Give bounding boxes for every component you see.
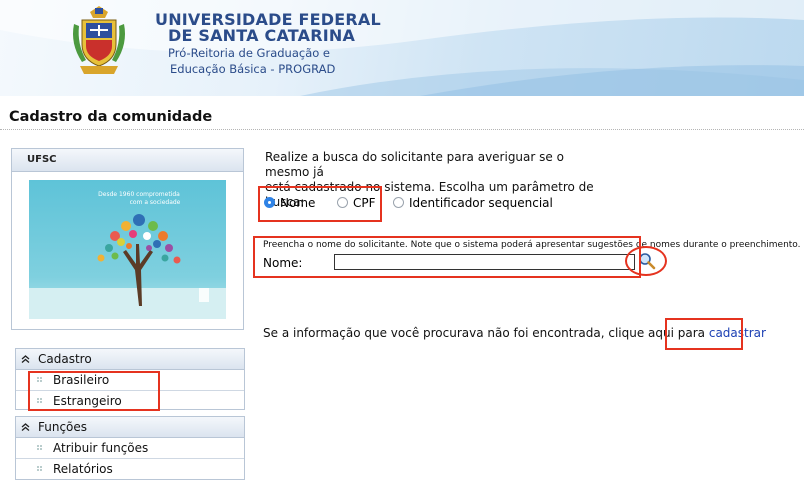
menu-item-atribuir-funcoes[interactable]: Atribuir funções <box>16 438 244 459</box>
menu-item-label: Relatórios <box>53 462 113 476</box>
cadastro-menu-title: Cadastro <box>38 352 92 366</box>
banner-text-line1: Desde 1960 comprometida <box>98 191 180 198</box>
highlight-search-button <box>625 246 667 276</box>
cadastro-menu-header[interactable]: Cadastro <box>16 349 244 370</box>
bullet-dots-icon <box>37 466 42 471</box>
highlight-cadastro-items <box>28 371 160 411</box>
ufsc-banner-image: Desde 1960 comprometida com a sociedade <box>29 180 226 319</box>
ufsc-panel-title: UFSC <box>12 149 243 172</box>
title-divider <box>0 129 804 130</box>
menu-item-relatorios[interactable]: Relatórios <box>16 459 244 479</box>
double-chevron-up-icon <box>21 423 30 431</box>
banner-text-line2: com a sociedade <box>130 199 181 206</box>
university-name-line2: DE SANTA CATARINA <box>168 26 356 45</box>
double-chevron-up-icon <box>21 355 30 363</box>
funcoes-menu-header[interactable]: Funções <box>16 417 244 438</box>
page-header: UNIVERSIDADE FEDERAL DE SANTA CATARINA P… <box>0 0 804 96</box>
ufsc-coat-of-arms-icon <box>73 6 125 74</box>
highlight-name-field <box>253 236 641 278</box>
not-found-text: Se a informação que você procurava não f… <box>263 326 709 340</box>
department-name-line2: Educação Básica - PROGRAD <box>170 62 336 76</box>
bullet-dots-icon <box>37 445 42 450</box>
funcoes-menu: Funções Atribuir funções Relatórios <box>15 416 245 480</box>
page-title: Cadastro da comunidade <box>9 109 213 125</box>
department-name-line1: Pró-Reitoria de Graduação e <box>168 46 331 60</box>
funcoes-menu-title: Funções <box>38 420 88 434</box>
menu-item-label: Atribuir funções <box>53 441 149 455</box>
search-instructions-line1: Realize a busca do solicitante para aver… <box>265 150 564 179</box>
ufsc-panel: UFSC Desde 1960 comprometida com a socie… <box>11 148 244 330</box>
highlight-search-options <box>258 186 382 222</box>
radio-unselected-icon <box>393 197 404 208</box>
highlight-cadastrar-link <box>665 318 743 350</box>
radio-label: Identificador sequencial <box>409 196 553 210</box>
